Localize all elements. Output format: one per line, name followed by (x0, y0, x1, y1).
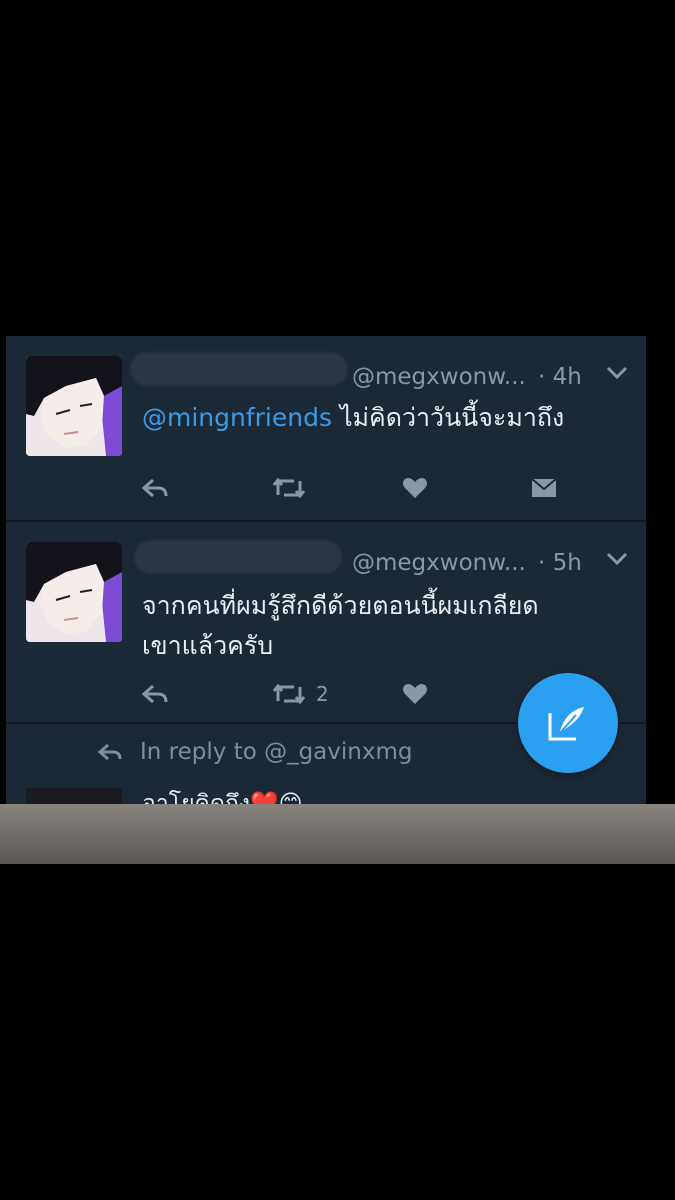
avatar[interactable] (26, 542, 122, 642)
tweet-text: @mingnfriends ไม่คิดว่าวันนี้จะมาถึง (142, 398, 564, 438)
tweet-text-line: เขาแล้วครับ (142, 631, 274, 660)
tweet-handle[interactable]: @megxwonw... (352, 364, 526, 390)
reply-context[interactable]: In reply to @_gavinxmg (98, 739, 412, 765)
tweet-actions (6, 468, 646, 508)
retweet-icon (272, 683, 306, 705)
retweet-button[interactable] (272, 468, 316, 508)
tweet-text-line: ไม่คิดว่าวันนี้จะมาถึง (339, 403, 565, 432)
reply-icon (142, 684, 168, 704)
mention-link[interactable]: @mingnfriends (142, 403, 332, 432)
chevron-down-icon[interactable] (606, 550, 628, 571)
chevron-down-icon[interactable] (606, 364, 628, 385)
tweet-text-line: จากคนที่ผมรู้สึกดีด้วยตอนนี้ผมเกลียด (142, 591, 539, 620)
avatar[interactable] (26, 356, 122, 456)
compose-button[interactable] (518, 673, 618, 773)
like-button[interactable] (402, 674, 428, 714)
tweet-handle[interactable]: @megxwonw... (352, 550, 526, 576)
display-name-redacted (134, 540, 342, 574)
compose-icon (548, 707, 584, 741)
tweet[interactable]: @megxwonw... · 4h @mingnfriends ไม่คิดว่… (6, 336, 646, 520)
retweet-count: 2 (316, 682, 329, 706)
tweet-time: · 5h (538, 550, 582, 576)
bottom-edge (0, 804, 675, 864)
retweet-icon (272, 477, 306, 499)
reply-button[interactable] (142, 674, 168, 714)
tweet-time: · 4h (538, 364, 582, 390)
message-button[interactable] (530, 468, 558, 508)
display-name-redacted (130, 352, 348, 386)
message-icon (531, 478, 557, 497)
reply-icon (142, 478, 168, 498)
tweet-text-line: อาโยคิดถึง❤️😊 (142, 791, 303, 806)
like-icon (403, 684, 427, 704)
reply-button[interactable] (142, 468, 168, 508)
reply-context-text: In reply to @_gavinxmg (140, 739, 413, 765)
retweet-button[interactable]: 2 (272, 674, 329, 714)
like-icon (403, 478, 427, 498)
timeline: @megxwonw... · 4h @mingnfriends ไม่คิดว่… (6, 336, 646, 806)
reply-icon (98, 743, 122, 761)
like-button[interactable] (402, 468, 428, 508)
